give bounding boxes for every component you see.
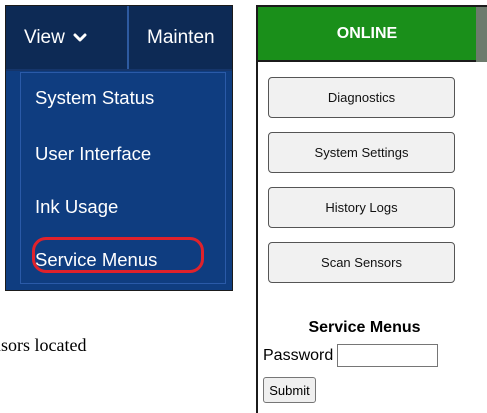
history-logs-button[interactable]: History Logs [268,187,455,228]
password-label: Password [263,346,334,364]
password-input[interactable] [337,344,439,367]
scan-sensors-button[interactable]: Scan Sensors [268,242,455,283]
maintenance-menu[interactable]: Mainten [129,6,232,69]
menu-item-system-status[interactable]: System Status [35,87,154,109]
caption-text: ensors located [0,335,87,355]
button-list: Diagnostics System Settings History Logs… [268,77,455,297]
menu-item-service-menus[interactable]: Service Menus [35,249,157,271]
password-row: Password [263,344,439,367]
menu-screenshot: View Mainten System Status User Interfac… [5,5,233,291]
system-settings-button[interactable]: System Settings [268,132,455,173]
menu-bar: View Mainten [6,6,232,71]
view-menu[interactable]: View [6,6,129,69]
submit-button[interactable]: Submit [263,377,316,403]
status-online-tab[interactable]: ONLINE [258,7,476,62]
caption-fragment: ensors located [0,330,200,360]
maintenance-menu-label: Mainten [147,26,215,48]
status-bar: ONLINE [258,7,487,62]
view-dropdown: System Status User Interface Ink Usage S… [20,72,226,284]
chevron-down-icon [73,33,87,41]
menu-item-user-interface[interactable]: User Interface [35,143,151,165]
device-panel: ONLINE Diagnostics System Settings Histo… [256,5,487,413]
menu-item-ink-usage[interactable]: Ink Usage [35,196,118,218]
diagnostics-button[interactable]: Diagnostics [268,77,455,118]
view-menu-label: View [24,26,65,48]
service-menus-title: Service Menus [308,319,421,336]
